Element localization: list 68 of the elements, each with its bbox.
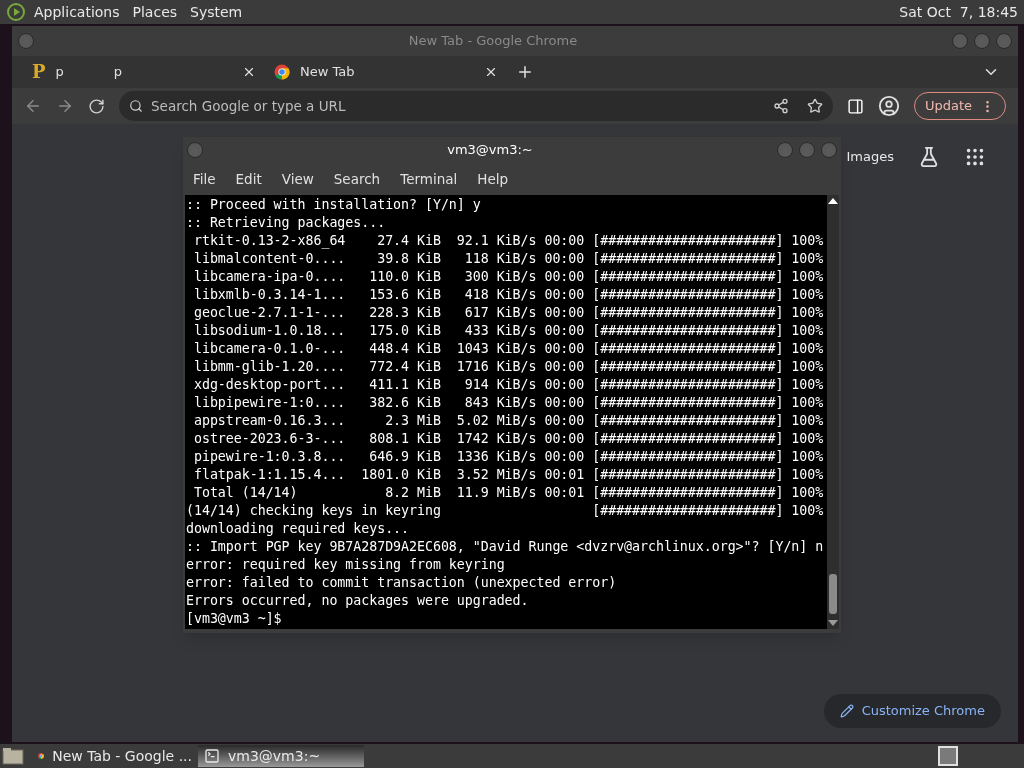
terminal-line: libpipewire-1:0.... 382.6 KiB 843 KiB/s 00:00 [######################] 100% [192, 394, 824, 412]
play-logo-icon[interactable] [6, 2, 26, 22]
close-icon[interactable] [484, 65, 498, 79]
images-link[interactable]: Images [846, 147, 894, 167]
terminal-line: [vm3@vm3 ~]$ [186, 610, 282, 628]
terminal-line: ostree-2023.6-3-... 808.1 KiB 1742 KiB/s 00:00 [######################] 100% [192, 430, 824, 448]
panel-menu[interactable]: System [190, 1, 243, 23]
scroll-down-icon[interactable] [828, 620, 838, 626]
terminal-line: pipewire-1:0.3.8... 646.9 KiB 1336 KiB/s 00:00 [######################] 100% [192, 448, 824, 466]
terminal-line: appstream-0.16.3... 2.3 MiB 5.02 MiB/s 00:00 [######################] 100% [192, 412, 824, 430]
panel-menu[interactable]: Places [132, 1, 178, 23]
terminal-line: xdg-desktop-port... 411.1 KiB 914 KiB/s 00:00 [######################] 100% [192, 376, 824, 394]
terminal-line: geoclue-2.7.1-1-... 228.3 KiB 617 KiB/s 00:00 [######################] 100% [192, 304, 824, 322]
bookmark-star-icon[interactable] [806, 98, 823, 114]
terminal-line: libcamera-0.1.0-... 448.4 KiB 1043 KiB/s 00:00 [######################] 100% [192, 340, 824, 358]
terminal-line: libmm-glib-1.20.... 772.4 KiB 1716 KiB/s 00:00 [######################] 100% [192, 358, 824, 376]
menu-item[interactable]: File [193, 168, 216, 190]
menu-item[interactable]: Help [477, 168, 509, 190]
menu-item[interactable]: View [281, 168, 314, 190]
back-icon[interactable] [24, 97, 42, 115]
terminal-line: :: Proceed with installation? [Y/n] y [186, 196, 481, 214]
taskbar-button[interactable]: vm3@vm3:~ [198, 745, 364, 767]
profile-icon[interactable] [877, 95, 900, 117]
menu-item[interactable]: Search [333, 168, 381, 190]
window-title: vm3@vm3:~ [446, 141, 534, 160]
terminal-line: error: required key missing from keyring [186, 556, 505, 574]
address-input[interactable]: Search Google or type a URL [151, 95, 765, 117]
reload-icon[interactable] [88, 97, 105, 115]
terminal-line: Errors occurred, no packages were upgraded. [186, 592, 529, 610]
workspace-switcher[interactable] [938, 746, 958, 766]
terminal-line: downloading required keys... [186, 520, 410, 538]
panel-menu[interactable]: Applications [34, 1, 120, 23]
menu-item[interactable]: Edit [235, 168, 262, 190]
menu-item[interactable]: Terminal [400, 168, 458, 190]
new-tab-icon[interactable] [516, 63, 534, 81]
search-icon [129, 99, 143, 113]
tab-title: New Tab [300, 63, 355, 82]
terminal-line: (14/14) checking keys in keyring [######################] 100% [186, 502, 824, 520]
terminal-line: libxmlb-0.3.14-1... 153.6 KiB 418 KiB/s 00:00 [######################] 100% [192, 286, 824, 304]
terminal-line: rtkit-0.13-2-x86_64 27.4 KiB 92.1 KiB/s 00:00 [######################] 100% [192, 232, 824, 250]
window-title: New Tab - Google Chrome [407, 32, 579, 51]
site-favicon: P [32, 63, 46, 81]
taskbar-button[interactable]: New Tab - Google ... [32, 745, 198, 767]
terminal-line: libcamera-ipa-0.... 110.0 KiB 300 KiB/s 00:00 [######################] 100% [192, 268, 824, 286]
scroll-up-icon[interactable] [828, 198, 838, 204]
terminal-line: libmalcontent-0.... 39.8 KiB 118 KiB/s 00:00 [######################] 100% [192, 250, 824, 268]
share-icon[interactable] [772, 98, 789, 114]
tab-title: p [113, 63, 123, 82]
terminal-line: :: Retrieving packages... [186, 214, 386, 232]
scrollbar[interactable] [827, 195, 839, 629]
terminal-line: libsodium-1.0.18... 175.0 KiB 433 KiB/s 00:00 [######################] 100% [192, 322, 824, 340]
close-icon[interactable] [242, 65, 256, 79]
chrome-favicon-icon [274, 64, 290, 80]
scroll-thumb[interactable] [829, 574, 837, 614]
flask-icon[interactable] [918, 146, 940, 168]
clock: Sat Oct 7, 18:45 [899, 2, 1018, 22]
terminal-line: :: Import PGP key 9B7A287D9A2EC608, "David Runge <dvzrv@archlinux.org>"? [Y/n] n [186, 538, 824, 556]
tab-title: p [55, 63, 64, 82]
forward-icon[interactable] [56, 97, 74, 115]
pencil-icon [839, 704, 854, 718]
apps-grid-icon[interactable] [964, 146, 986, 168]
customize-chrome-button[interactable]: Customize Chrome [823, 694, 1001, 728]
terminal-icon [204, 748, 220, 764]
address-bar[interactable]: Search Google or type a URL [119, 91, 833, 121]
terminal-line: Total (14/14) 8.2 MiB 11.9 MiB/s 00:01 [######################] 100% [192, 484, 824, 502]
terminal-line: flatpak-1:1.15.4... 1801.0 KiB 3.52 MiB/s 00:01 [######################] 100% [192, 466, 824, 484]
side-panel-icon[interactable] [846, 97, 864, 115]
terminal-line: error: failed to commit transaction (unexpected error) [186, 574, 617, 592]
